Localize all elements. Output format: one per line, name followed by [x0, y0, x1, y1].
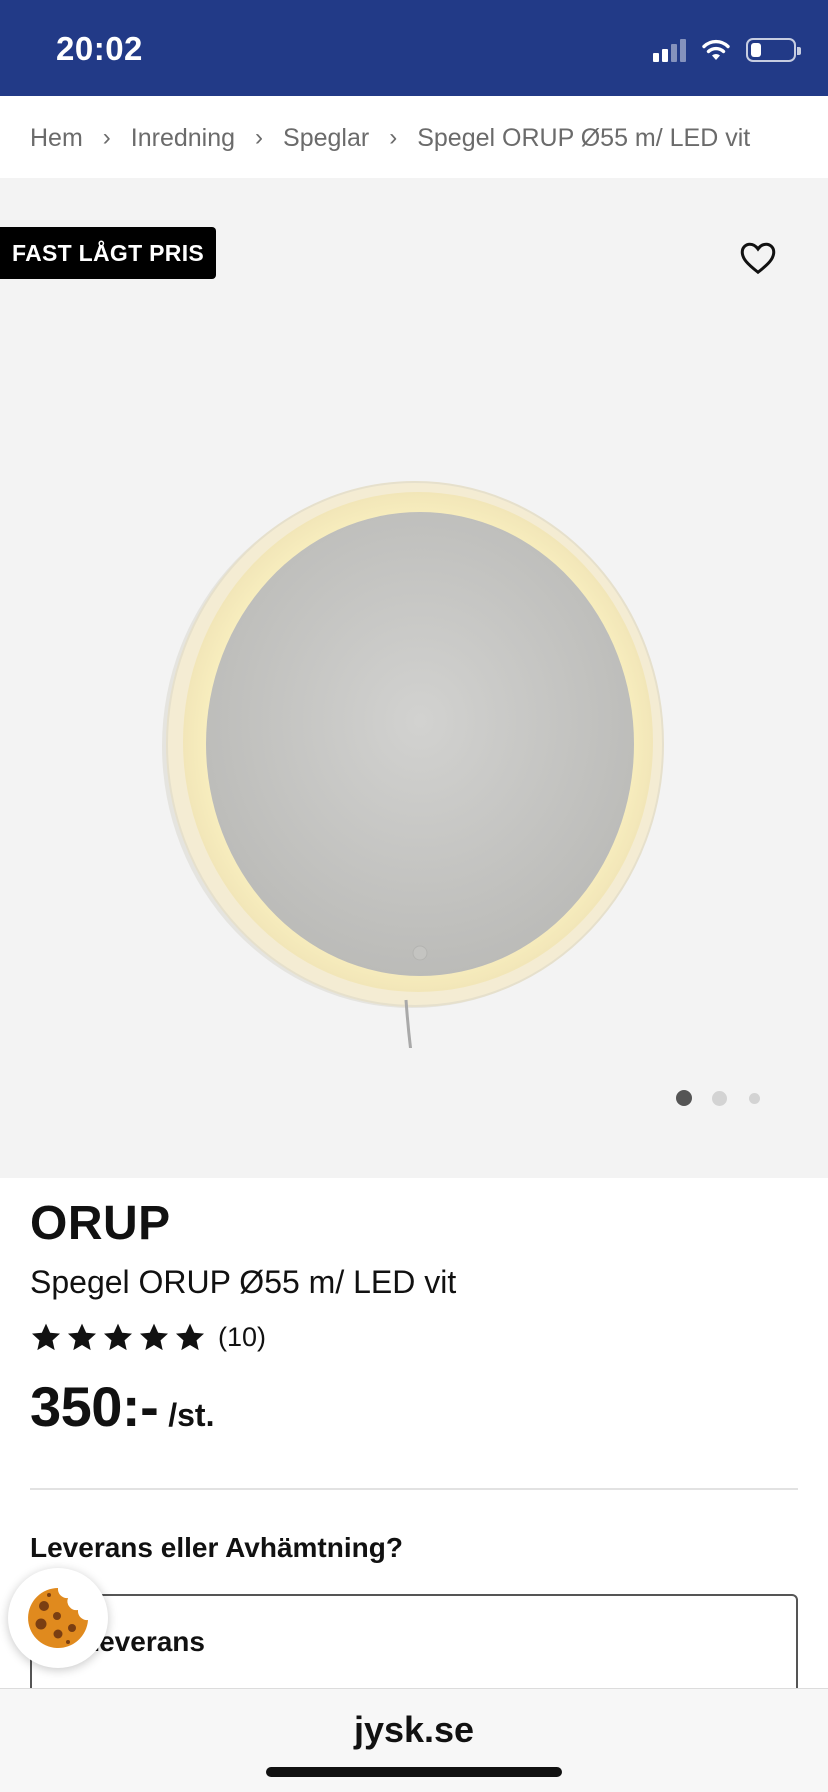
price-unit: /st. — [168, 1397, 215, 1433]
breadcrumb: Hem › Inredning › Speglar › Spegel ORUP … — [30, 96, 820, 180]
star-icon — [176, 1323, 204, 1351]
url-label[interactable]: jysk.se — [0, 1709, 828, 1751]
carousel-dot[interactable] — [748, 1092, 760, 1104]
product-gallery[interactable]: FAST LÅGT PRIS — [0, 178, 828, 1178]
home-indicator[interactable] — [266, 1767, 562, 1777]
chevron-right-icon: › — [389, 124, 398, 151]
rating-count: (10) — [218, 1321, 267, 1352]
product-name: Spegel ORUP Ø55 m/ LED vit — [30, 1264, 457, 1300]
star-icon — [68, 1323, 96, 1351]
breadcrumb-item-speglar[interactable]: Speglar — [283, 124, 369, 153]
delivery-heading: Leverans eller Avhämtning? — [30, 1532, 403, 1563]
divider — [30, 1488, 798, 1490]
status-time: 20:02 — [56, 30, 143, 67]
status-bar: 20:02 — [0, 0, 828, 96]
carousel-dot[interactable] — [711, 1090, 727, 1106]
product-rating[interactable]: (10) — [30, 1317, 266, 1357]
breadcrumb-item-current: Spegel ORUP Ø55 m/ LED vit — [417, 123, 751, 152]
cookie-icon — [28, 1588, 88, 1648]
breadcrumb-item-inredning[interactable]: Inredning — [131, 124, 235, 153]
rating-stars — [30, 1321, 206, 1353]
breadcrumb-item-hem[interactable]: Hem — [30, 124, 83, 153]
star-icon — [104, 1323, 132, 1351]
browser-bar: jysk.se — [0, 1688, 828, 1792]
battery-icon — [746, 38, 801, 62]
status-icons — [653, 36, 801, 64]
price-badge: FAST LÅGT PRIS — [0, 227, 217, 279]
favorite-button[interactable] — [738, 238, 778, 278]
cookie-settings-button[interactable] — [8, 1568, 108, 1668]
star-icon — [32, 1323, 60, 1351]
chevron-right-icon: › — [255, 124, 264, 151]
carousel-dot[interactable] — [676, 1090, 692, 1106]
heart-icon — [740, 242, 776, 275]
chevron-right-icon: › — [102, 124, 111, 151]
product-price: 350:- /st. — [30, 1374, 214, 1439]
wifi-icon — [702, 39, 730, 60]
product-brand: ORUP — [30, 1197, 171, 1250]
price-value: 350:- — [30, 1375, 159, 1438]
product-image[interactable] — [130, 448, 690, 1048]
signal-icon — [653, 38, 686, 62]
star-icon — [140, 1323, 168, 1351]
